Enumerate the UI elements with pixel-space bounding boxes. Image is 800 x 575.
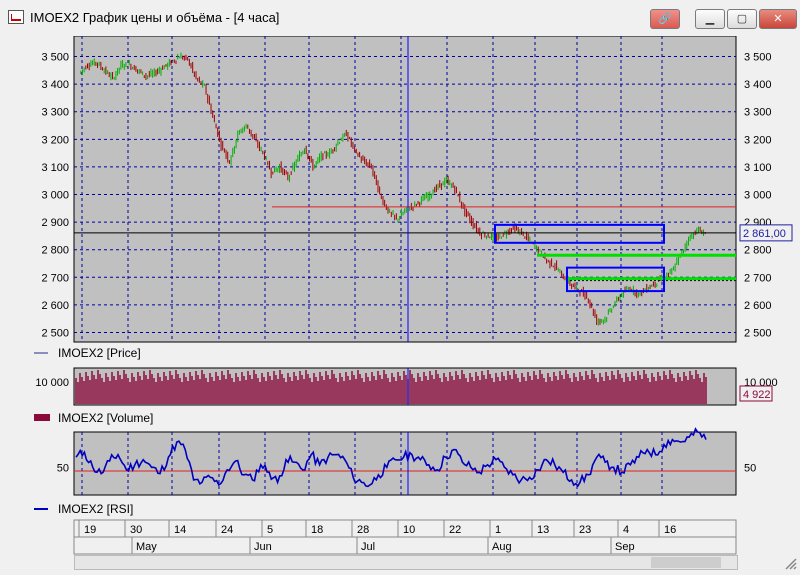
minimize-button[interactable]: ▁: [695, 9, 725, 29]
price-tick-right: 2 800: [744, 245, 772, 257]
chart-area[interactable]: 3 500 3 500 3 400 3 400 3 300 3 300 3 200 3 200…: [0, 36, 800, 555]
link-button[interactable]: 🔗: [650, 9, 680, 29]
day-label: 30: [130, 524, 142, 536]
month-label: Aug: [492, 541, 512, 553]
last-price-label: 2 861,00: [743, 228, 786, 240]
day-label: 10: [403, 524, 415, 536]
price-tick-right: 3 300: [744, 107, 772, 119]
price-tick-right: 3 100: [744, 162, 772, 174]
volume-legend-swatch: [34, 414, 50, 421]
title-bar: IMOEX2 График цены и объёма - [4 часа] 🔗…: [0, 0, 800, 36]
month-label: Jul: [361, 541, 375, 553]
rsi-panel: 50 50 IMOEX2 [RSI]: [34, 427, 756, 516]
day-label: 28: [357, 524, 369, 536]
price-panel: 3 500 3 500 3 400 3 400 3 300 3 300 3 200 3 200…: [34, 36, 793, 360]
price-tick-left: 2 600: [41, 300, 69, 312]
price-tick-left: 3 100: [41, 162, 69, 174]
price-tick-left: 2 800: [41, 245, 69, 257]
price-tick-left: 3 400: [41, 79, 69, 91]
day-label: 13: [537, 524, 549, 536]
day-label: 14: [174, 524, 186, 536]
price-tick-right: 3 400: [744, 79, 772, 91]
rsi-plot-background: [73, 431, 737, 496]
rsi-tick-right: 50: [744, 462, 756, 474]
horizontal-scrollbar[interactable]: [74, 555, 738, 570]
rsi-legend-label: IMOEX2 [RSI]: [58, 502, 133, 516]
price-tick-left: 3 200: [41, 134, 69, 146]
price-tick-left: 3 000: [41, 190, 69, 202]
price-tick-left: 2 700: [41, 272, 69, 284]
day-label: 19: [84, 524, 96, 536]
price-tick-right: 2 700: [744, 272, 772, 284]
day-label: 5: [267, 524, 273, 536]
price-tick-left: 2 900: [41, 217, 69, 229]
price-tick-left: 3 500: [41, 52, 69, 64]
size-grip-icon[interactable]: [784, 557, 798, 571]
day-label: 4: [623, 524, 629, 536]
price-tick-right: 3 200: [744, 134, 772, 146]
day-label: 23: [579, 524, 591, 536]
chart-app-icon: [8, 10, 24, 24]
day-label: 16: [664, 524, 676, 536]
month-label: May: [136, 541, 157, 553]
rsi-tick-left: 50: [57, 462, 69, 474]
close-button[interactable]: ✕: [759, 9, 797, 29]
scrollbar-thumb[interactable]: [651, 557, 721, 568]
day-label: 18: [311, 524, 323, 536]
month-label: Jun: [254, 541, 272, 553]
volume-panel: 10 000 10 0004 922IMOEX2 [Volume]: [34, 367, 778, 425]
last-volume-label: 4 922: [743, 389, 771, 401]
window-title: IMOEX2 График цены и объёма - [4 часа]: [30, 10, 280, 25]
price-tick-left: 3 300: [41, 107, 69, 119]
month-label: Sep: [615, 541, 635, 553]
price-tick-right: 3 000: [744, 190, 772, 202]
day-label: 24: [221, 524, 233, 536]
maximize-button[interactable]: ▢: [727, 9, 757, 29]
price-tick-left: 2 500: [41, 327, 69, 339]
date-axis: 19 30 14 24 5 18 28 10 22 1 13 23 4 16 May Jun Jul Aug Sep: [73, 519, 737, 555]
price-legend-label: IMOEX2 [Price]: [58, 346, 141, 360]
price-tick-right: 3 500: [744, 52, 772, 64]
volume-tick-left: 10 000: [35, 377, 69, 389]
price-tick-right: 2 500: [744, 327, 772, 339]
price-tick-right: 2 600: [744, 300, 772, 312]
day-label: 1: [495, 524, 501, 536]
volume-legend-label: IMOEX2 [Volume]: [58, 411, 153, 425]
day-label: 22: [449, 524, 461, 536]
